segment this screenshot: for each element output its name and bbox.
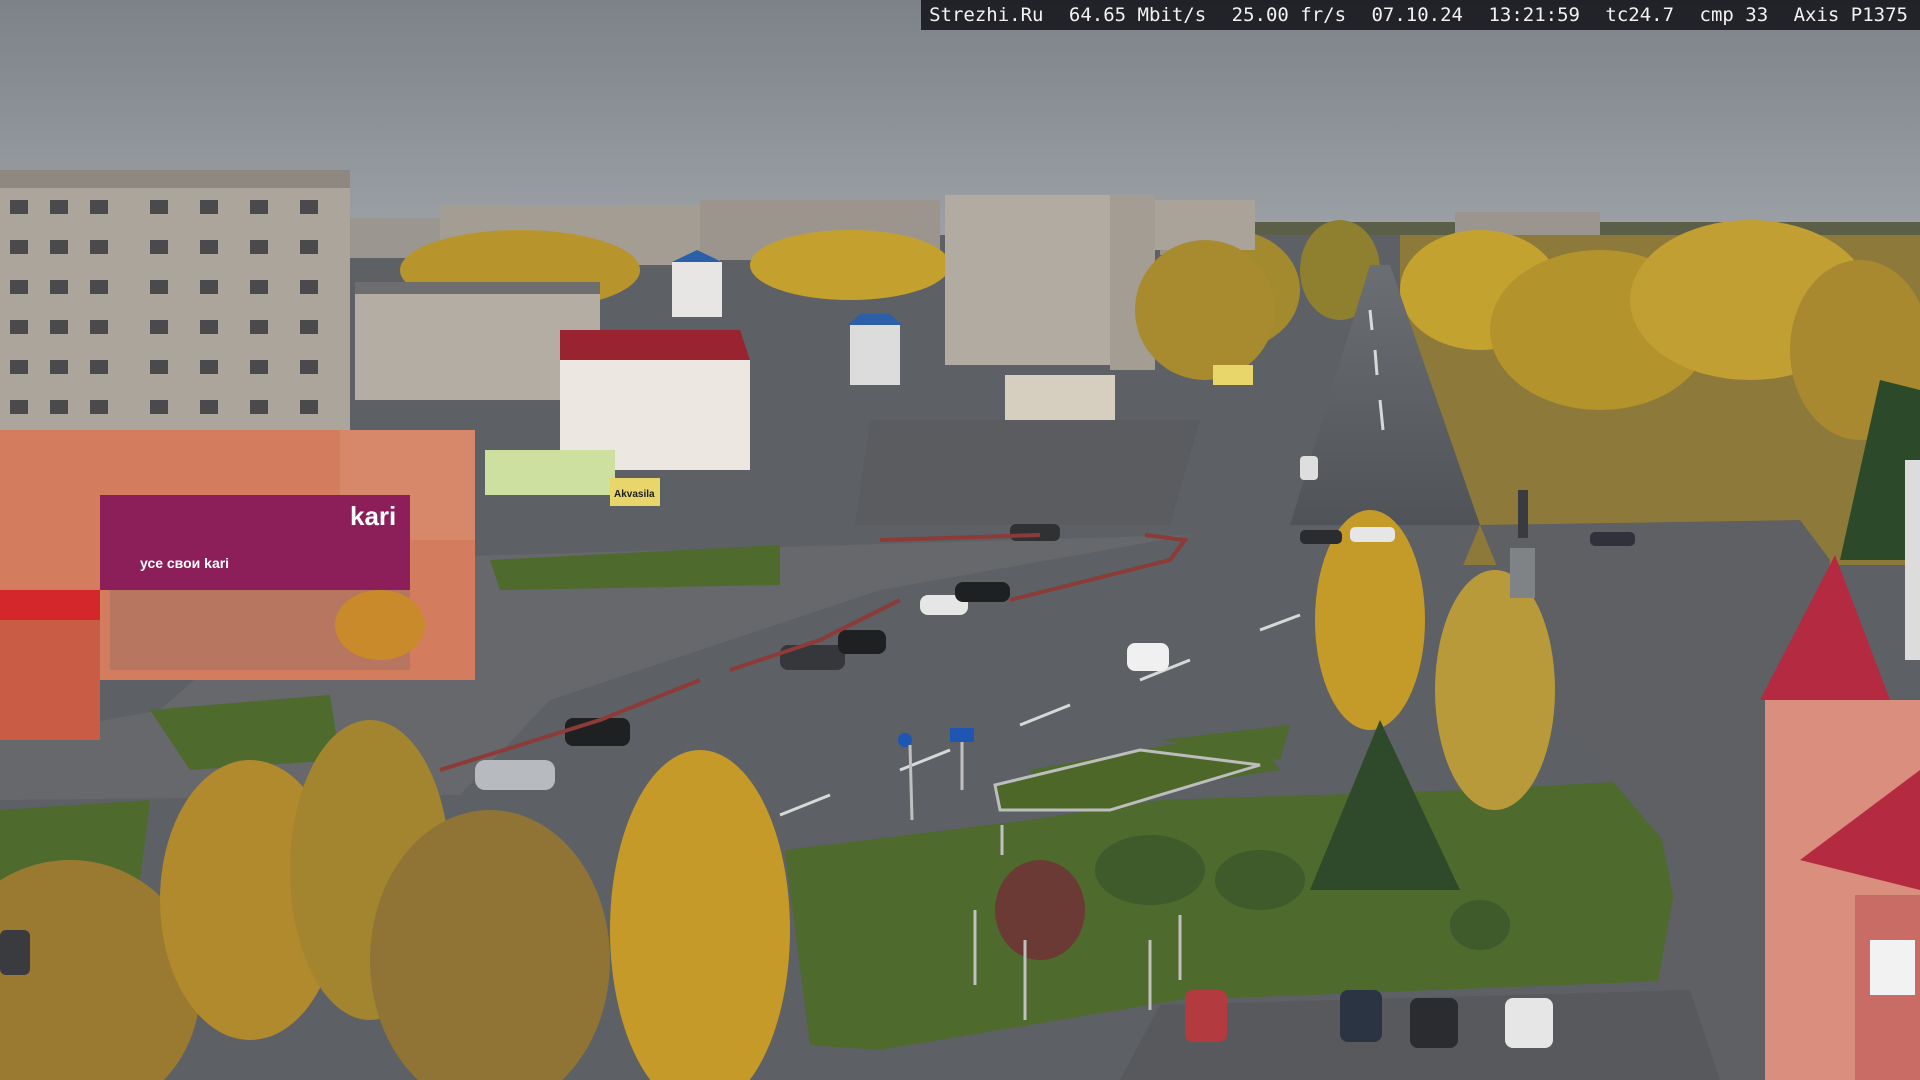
overlay-camera-model: Axis P1375 (1793, 4, 1908, 26)
right-forest (1400, 220, 1920, 565)
parking-plaza (855, 420, 1200, 525)
overlay-cmp: cmp 33 (1699, 4, 1769, 26)
shop-banner: Akvasila (614, 489, 655, 500)
overlay-site: Strezhi.Ru (929, 4, 1044, 26)
overlay-bitrate: 64.65 Mbit/s (1068, 4, 1207, 26)
tree-center (1135, 240, 1275, 380)
store-tagline-sign: усе свои kari (140, 555, 229, 571)
camera-overlay: Strezhi.Ru 64.65 Mbit/s 25.00 fr/s 07.10… (921, 0, 1920, 30)
overlay-framerate: 25.00 fr/s (1231, 4, 1347, 26)
store-brand-sign: kari (350, 501, 396, 531)
overlay-date: 07.10.24 (1371, 4, 1463, 26)
street-scene: kari усе свои kari Akvasila (0, 0, 1920, 1080)
overlay-time: 13:21:59 (1488, 4, 1580, 26)
overlay-tc: tc24.7 (1605, 4, 1675, 26)
kiosk (485, 450, 615, 495)
